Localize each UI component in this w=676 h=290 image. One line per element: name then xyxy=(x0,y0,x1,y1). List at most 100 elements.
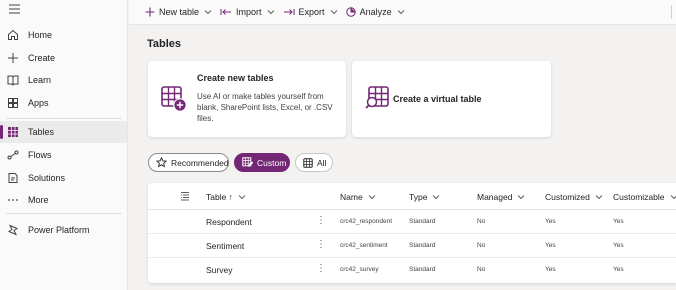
list-options-icon[interactable] xyxy=(180,191,190,201)
table-schema-name: crc42_survey xyxy=(340,266,379,273)
table-row[interactable]: Sentiment ⋮ crc42_sentiment Standard No … xyxy=(148,234,676,258)
nav-label-apps: Apps xyxy=(28,98,49,108)
table-schema-name: crc42_sentiment xyxy=(340,242,388,249)
card-title: Create a virtual table xyxy=(393,94,482,104)
nav-item-more[interactable]: More xyxy=(0,189,127,211)
more-vertical-icon[interactable]: ⋮ xyxy=(316,239,326,250)
chevron-down-icon xyxy=(517,194,525,200)
analyze-icon xyxy=(345,7,356,17)
table-managed: No xyxy=(477,242,486,249)
nav-item-apps[interactable]: Apps xyxy=(0,92,127,114)
home-icon xyxy=(6,28,20,42)
nav-item-learn[interactable]: Learn xyxy=(0,69,127,91)
hamburger-menu-icon[interactable] xyxy=(8,2,24,16)
column-header-type[interactable]: Type xyxy=(409,192,440,202)
flow-icon xyxy=(6,148,20,162)
column-header-table[interactable]: Table ↑ xyxy=(206,192,246,202)
table-row[interactable]: Survey ⋮ crc42_survey Standard No Yes Ye… xyxy=(148,258,676,282)
table-display-name[interactable]: Respondent xyxy=(206,217,252,227)
more-vertical-icon[interactable]: ⋮ xyxy=(316,215,326,226)
nav-item-tables[interactable]: Tables xyxy=(0,121,127,143)
nav-label-tables: Tables xyxy=(28,127,55,137)
table-managed: No xyxy=(477,266,486,273)
nav-item-solutions[interactable]: Solutions xyxy=(0,167,127,189)
nav-divider xyxy=(6,118,122,119)
export-label: Export xyxy=(298,7,325,17)
chevron-down-icon xyxy=(595,194,603,200)
power-platform-icon xyxy=(6,223,20,237)
table-type: Standard xyxy=(409,218,436,225)
command-bar: New table Import Export Analyze xyxy=(129,0,676,25)
table-customizable: Yes xyxy=(613,218,624,225)
table-display-name[interactable]: Sentiment xyxy=(206,241,244,251)
table-customizable: Yes xyxy=(613,242,624,249)
chevron-down-icon xyxy=(330,9,338,15)
chevron-down-icon xyxy=(368,194,376,200)
column-header-label: Name xyxy=(340,192,363,202)
table-icon xyxy=(303,157,313,168)
filter-label: All xyxy=(317,157,327,168)
chevron-down-icon xyxy=(204,9,212,15)
import-button[interactable]: Import xyxy=(220,7,275,17)
star-icon xyxy=(156,157,167,168)
nav-item-home[interactable]: Home xyxy=(0,24,127,46)
table-customizable: Yes xyxy=(613,266,624,273)
table-type: Standard xyxy=(409,242,436,249)
export-icon xyxy=(283,7,295,17)
filter-label: Recommended xyxy=(171,157,229,168)
nav-item-flows[interactable]: Flows xyxy=(0,144,127,166)
table-type: Standard xyxy=(409,266,436,273)
analyze-button[interactable]: Analyze xyxy=(345,7,405,17)
create-virtual-table-card[interactable]: Create a virtual table xyxy=(352,61,551,137)
filter-recommended[interactable]: Recommended xyxy=(148,153,229,172)
column-header-customized[interactable]: Customized xyxy=(545,192,603,202)
table-icon xyxy=(6,125,20,139)
page-title: Tables xyxy=(147,38,182,50)
solutions-icon xyxy=(6,171,20,185)
table-row[interactable]: Respondent ⋮ crc42_respondent Standard N… xyxy=(148,210,676,234)
nav-label-learn: Learn xyxy=(28,75,52,85)
table-customized: Yes xyxy=(545,242,556,249)
table-header-row: Table ↑ Name Type Managed Customized Cus… xyxy=(148,183,676,210)
card-description: Use AI or make tables yourself from blan… xyxy=(197,92,333,123)
nav-label-flows: Flows xyxy=(28,150,52,160)
nav-label-create: Create xyxy=(28,53,56,63)
chevron-down-icon xyxy=(267,9,275,15)
nav-item-power-platform[interactable]: Power Platform xyxy=(0,219,127,241)
chevron-down-icon xyxy=(397,9,405,15)
filter-all[interactable]: All xyxy=(295,153,333,172)
plus-icon xyxy=(145,7,155,17)
import-icon xyxy=(220,7,232,17)
nav-item-create[interactable]: Create xyxy=(0,47,127,69)
nav-label-solutions: Solutions xyxy=(28,173,66,183)
new-table-button[interactable]: New table xyxy=(145,7,212,17)
plus-icon xyxy=(6,51,20,65)
new-table-label: New table xyxy=(159,7,200,17)
filter-label: Custom xyxy=(257,157,287,168)
column-header-managed[interactable]: Managed xyxy=(477,192,525,202)
toolbar-divider xyxy=(671,5,672,19)
left-nav: Home Create Learn Apps Tables Flows Solu… xyxy=(0,0,128,290)
import-label: Import xyxy=(236,7,262,17)
column-header-label: Table ↑ xyxy=(206,192,233,202)
table-edit-icon xyxy=(242,157,253,168)
column-header-name[interactable]: Name xyxy=(340,192,376,202)
table-display-name[interactable]: Survey xyxy=(206,265,232,275)
export-button[interactable]: Export xyxy=(283,7,338,17)
column-header-label: Customizable xyxy=(613,192,665,202)
analyze-label: Analyze xyxy=(359,7,392,17)
nav-label-home: Home xyxy=(28,30,53,40)
chevron-down-icon xyxy=(238,194,246,200)
card-title: Create new tables xyxy=(197,73,274,83)
table-add-icon xyxy=(161,86,187,117)
more-vertical-icon[interactable]: ⋮ xyxy=(316,263,326,274)
column-header-label: Type xyxy=(409,192,428,202)
table-customized: Yes xyxy=(545,218,556,225)
chevron-down-icon xyxy=(432,194,440,200)
create-new-tables-card[interactable]: Create new tables Use AI or make tables … xyxy=(148,61,346,137)
virtual-table-icon xyxy=(365,86,389,115)
filter-custom[interactable]: Custom xyxy=(234,153,290,172)
book-icon xyxy=(6,73,20,87)
column-header-customizable[interactable]: Customizable xyxy=(613,192,676,202)
more-icon xyxy=(6,193,20,207)
